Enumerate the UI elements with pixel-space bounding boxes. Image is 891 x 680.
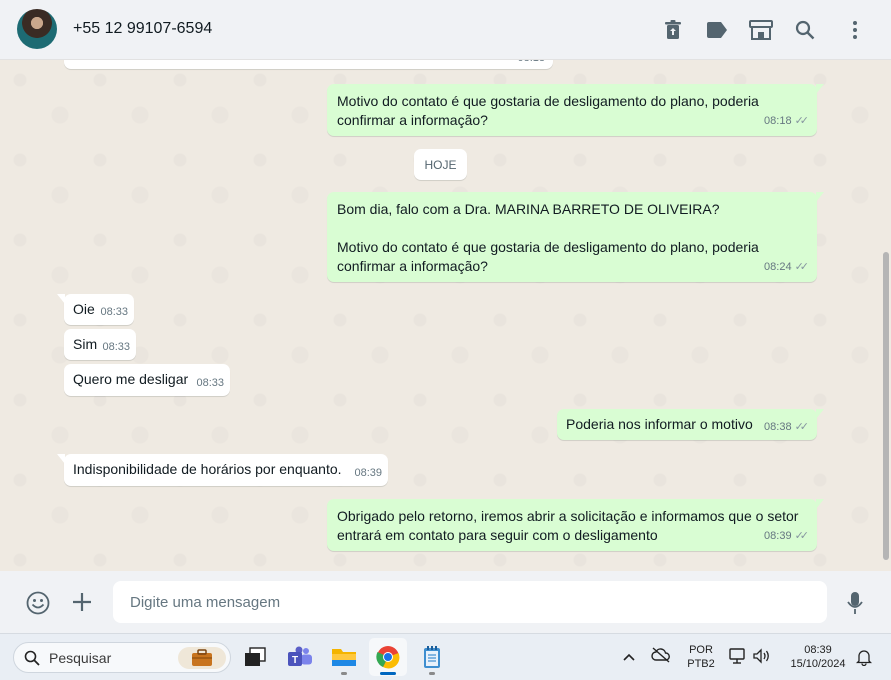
message-text: Poderia nos informar o motivo	[566, 416, 753, 432]
message-text: Oie	[73, 301, 95, 317]
cloud-offline-icon[interactable]	[651, 647, 671, 668]
chrome-icon[interactable]	[369, 638, 407, 676]
double-check-icon: ✓✓	[794, 530, 810, 542]
chat-header: +55 12 99107-6594	[0, 0, 891, 60]
chat-panel[interactable]: 08:18 Motivo do contato é que gostaria d…	[0, 60, 891, 571]
double-check-icon: ✓✓	[794, 115, 810, 127]
message-time: 08:33	[102, 341, 130, 353]
contact-avatar[interactable]	[17, 9, 57, 49]
briefcase-icon[interactable]	[178, 647, 226, 669]
message-time: 08:39	[354, 467, 382, 479]
message-bubble-outgoing[interactable]: Obrigado pelo retorno, iremos abrir a so…	[327, 499, 824, 551]
message-time: 08:24	[764, 261, 792, 273]
clock[interactable]: 08:39 15/10/2024	[782, 643, 854, 671]
store-icon[interactable]	[749, 18, 773, 42]
message-text: Quero me desligar	[73, 371, 189, 387]
microphone-icon[interactable]	[843, 590, 867, 616]
message-bubble-incoming[interactable]: Sim 08:33	[64, 329, 136, 360]
input-language[interactable]: POR PTB2	[684, 643, 718, 671]
message-bubble-incoming[interactable]: Indisponibilidade de horários por enquan…	[57, 454, 388, 486]
network-icon[interactable]	[729, 648, 747, 669]
message-text: Sim	[73, 336, 98, 352]
more-vertical-icon[interactable]	[843, 18, 867, 42]
clock-date: 15/10/2024	[790, 658, 846, 670]
double-check-icon: ✓✓	[794, 421, 810, 433]
message-bubble-incoming[interactable]: Quero me desligar 08:33	[64, 364, 230, 396]
message-time: 08:38	[764, 421, 792, 433]
message-time: 08:33	[100, 306, 128, 318]
message-bubble-outgoing[interactable]: Motivo do contato é que gostaria de desl…	[327, 84, 824, 136]
message-time: 08:18	[764, 115, 792, 127]
notification-bell-icon[interactable]	[855, 648, 873, 671]
message-composer	[0, 571, 891, 633]
search-icon	[24, 650, 40, 671]
message-time: 08:33	[196, 377, 224, 389]
partial-message: 08:18	[64, 60, 553, 69]
file-explorer-icon[interactable]	[325, 638, 363, 676]
windows-taskbar: Pesquisar T POR PTB2 08:39 15/10/2024	[0, 633, 891, 680]
clock-time: 08:39	[804, 644, 832, 656]
date-divider: HOJE	[414, 149, 467, 180]
contact-name[interactable]: +55 12 99107-6594	[73, 20, 212, 38]
task-view-icon[interactable]	[236, 638, 274, 676]
message-text: Indisponibilidade de horários por enquan…	[73, 461, 342, 477]
delete-icon[interactable]	[661, 18, 685, 42]
plus-icon[interactable]	[70, 590, 94, 614]
chat-scrollbar[interactable]	[883, 252, 889, 560]
message-bubble-incoming[interactable]: Oie 08:33	[57, 294, 134, 325]
message-text: Obrigado pelo retorno, iremos abrir a so…	[337, 508, 799, 543]
emoji-icon[interactable]	[25, 590, 51, 616]
search-icon[interactable]	[793, 18, 817, 42]
double-check-icon: ✓✓	[794, 261, 810, 273]
svg-text:T: T	[292, 655, 298, 666]
language-line2: PTB2	[687, 658, 715, 670]
label-icon[interactable]	[705, 18, 729, 42]
teams-icon[interactable]: T	[281, 638, 319, 676]
search-label: Pesquisar	[49, 650, 112, 666]
message-time: 08:18	[517, 60, 545, 68]
volume-icon[interactable]	[752, 648, 772, 669]
chevron-up-icon[interactable]	[622, 649, 636, 667]
message-bubble-outgoing[interactable]: Bom dia, falo com a Dra. MARINA BARRETO …	[327, 192, 824, 282]
notepad-icon[interactable]	[413, 638, 451, 676]
language-line1: POR	[689, 644, 713, 656]
message-time: 08:39	[764, 530, 792, 542]
message-bubble-outgoing[interactable]: Poderia nos informar o motivo 08:38 ✓✓	[557, 409, 824, 440]
message-text: Bom dia, falo com a Dra. MARINA BARRETO …	[337, 201, 759, 274]
taskbar-search[interactable]: Pesquisar	[13, 642, 231, 673]
message-input[interactable]	[113, 581, 827, 623]
message-text: Motivo do contato é que gostaria de desl…	[337, 93, 759, 128]
